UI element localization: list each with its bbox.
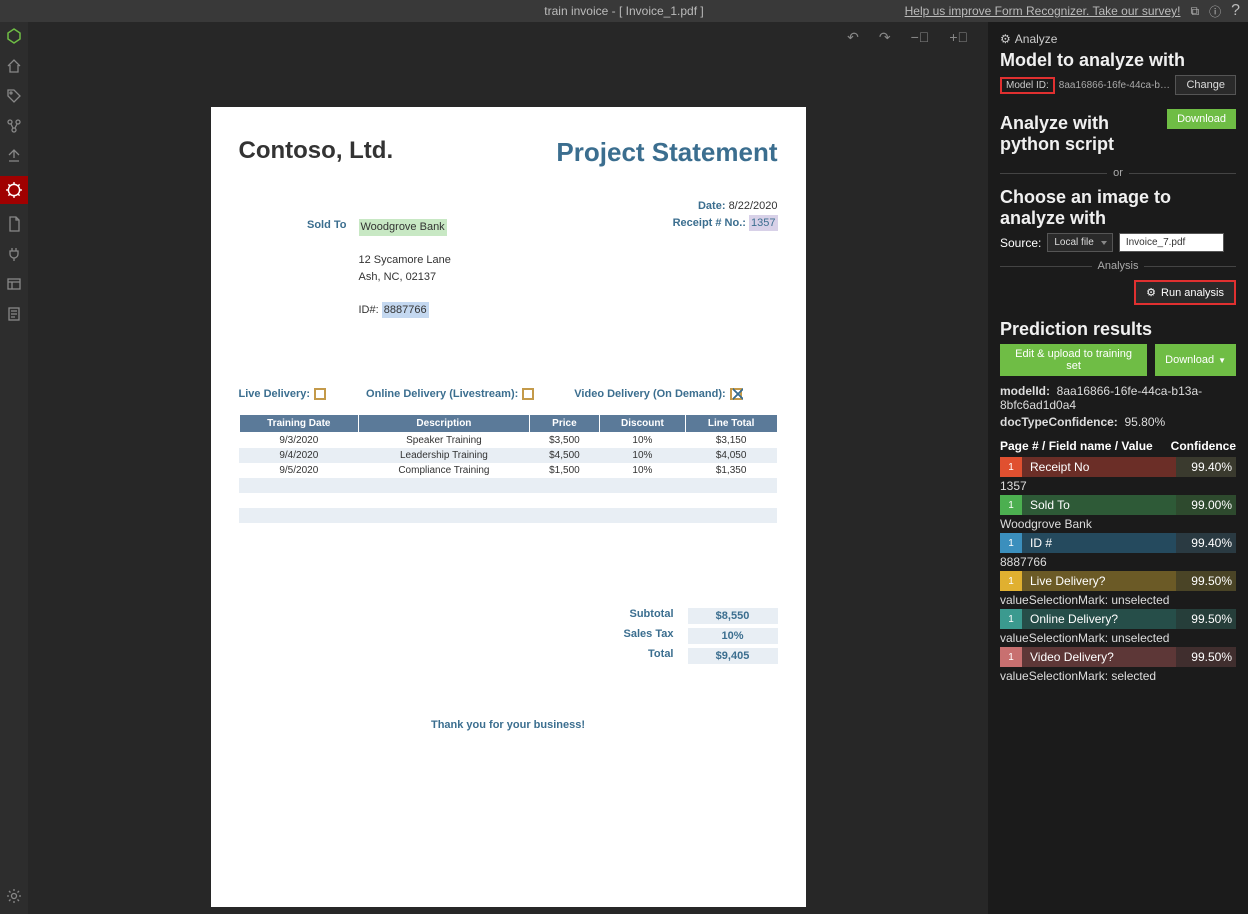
edit-upload-button[interactable]: Edit & upload to training set — [1000, 344, 1147, 376]
id-value: 8887766 — [382, 302, 429, 319]
run-analysis-button[interactable]: ⚙Run analysis — [1134, 280, 1236, 305]
online-delivery-label: Online Delivery (Livestream): — [366, 388, 518, 400]
sold-to-label: Sold To — [239, 219, 359, 318]
live-delivery-checkbox — [314, 388, 326, 400]
choose-image-heading: Choose an image to analyze with — [1000, 187, 1236, 229]
subtotal-label: Subtotal — [558, 608, 688, 624]
result-entry[interactable]: 1ID #99.40%8887766 — [1000, 533, 1236, 569]
plug-icon[interactable] — [4, 244, 24, 264]
tax-label: Sales Tax — [558, 628, 688, 644]
zoom-out-icon[interactable]: −⃝ — [911, 29, 930, 45]
id-label: ID#: — [359, 304, 379, 316]
thanks-message: Thank you for your business! — [239, 719, 778, 731]
video-delivery-label: Video Delivery (On Demand): — [574, 388, 725, 400]
python-heading: Analyze with python script — [1000, 113, 1160, 155]
model-id-label: Model ID: — [1000, 77, 1055, 94]
undo-icon[interactable]: ↶ — [847, 29, 859, 46]
live-delivery-label: Live Delivery: — [239, 388, 311, 400]
doc-title: Project Statement — [556, 137, 777, 168]
online-delivery-checkbox — [522, 388, 534, 400]
info-icon[interactable]: ⓘ — [1209, 3, 1221, 20]
receipt-label: Receipt # No.: — [673, 217, 746, 229]
compose-icon[interactable] — [4, 146, 24, 166]
survey-link[interactable]: Help us improve Form Recognizer. Take ou… — [905, 4, 1181, 18]
result-entry[interactable]: 1Online Delivery?99.50%valueSelectionMar… — [1000, 609, 1236, 645]
settings-small-icon: ⚙ — [1000, 32, 1011, 46]
download-results-button[interactable]: Download▼ — [1155, 344, 1236, 376]
receipt-value: 1357 — [749, 215, 777, 232]
results-list: 1Receipt No99.40%13571Sold To99.00%Woodg… — [1000, 457, 1236, 683]
app-title: train invoice - [ Invoice_1.pdf ] — [544, 4, 703, 18]
analyze-icon[interactable] — [0, 176, 28, 204]
date-label: Date: — [698, 200, 726, 212]
external-icon[interactable]: ⧉ — [1191, 4, 1200, 19]
total-label: Total — [558, 648, 688, 664]
model-id-value: 8aa16866-16fe-44ca-b13a-8bfc6a... — [1059, 80, 1172, 91]
gear-icon[interactable] — [4, 886, 24, 906]
download-script-button[interactable]: Download — [1167, 109, 1236, 129]
result-entry[interactable]: 1Sold To99.00%Woodgrove Bank — [1000, 495, 1236, 531]
total-value: $9,405 — [688, 648, 778, 664]
date-value: 8/22/2020 — [729, 200, 778, 212]
sidebar — [0, 22, 28, 914]
tax-value: 10% — [688, 628, 778, 644]
model-heading: Model to analyze with — [1000, 50, 1236, 71]
source-select[interactable]: Local file — [1047, 233, 1112, 252]
subtotal-value: $8,550 — [688, 608, 778, 624]
or-divider: or — [1113, 167, 1123, 179]
redo-icon[interactable]: ↷ — [879, 29, 891, 46]
results-col-left: Page # / Field name / Value — [1000, 439, 1153, 453]
change-button[interactable]: Change — [1175, 75, 1236, 95]
result-entry[interactable]: 1Video Delivery?99.50%valueSelectionMark… — [1000, 647, 1236, 683]
sold-to-value: Woodgrove Bank — [359, 219, 447, 236]
logo-icon[interactable] — [4, 26, 24, 46]
analyze-tab-label: Analyze — [1015, 32, 1058, 46]
help-icon[interactable]: ? — [1231, 2, 1240, 20]
address-line2: Ash, NC, 02137 — [359, 271, 437, 283]
document-icon[interactable] — [4, 304, 24, 324]
result-entry[interactable]: 1Live Delivery?99.50%valueSelectionMark:… — [1000, 571, 1236, 607]
modelid-key: modelId: — [1000, 384, 1050, 398]
doctype-key: docTypeConfidence: — [1000, 415, 1118, 429]
doctype-value: 95.80% — [1124, 415, 1165, 429]
video-delivery-checkbox — [730, 388, 742, 400]
result-entry[interactable]: 1Receipt No99.40%1357 — [1000, 457, 1236, 493]
address-line1: 12 Sycamore Lane — [359, 254, 451, 266]
source-label: Source: — [1000, 236, 1041, 250]
company-name: Contoso, Ltd. — [239, 137, 394, 168]
page-icon[interactable] — [4, 214, 24, 234]
tag-icon[interactable] — [4, 86, 24, 106]
source-file-input[interactable] — [1119, 233, 1224, 252]
prediction-heading: Prediction results — [1000, 319, 1236, 340]
run-analysis-icon: ⚙ — [1146, 286, 1156, 299]
connections-icon[interactable] — [4, 116, 24, 136]
zoom-in-icon[interactable]: +⃝ — [949, 29, 968, 45]
line-items-table: Training DateDescriptionPriceDiscountLin… — [239, 414, 778, 538]
results-col-right: Confidence — [1171, 439, 1236, 453]
analyze-panel: ⚙ Analyze Model to analyze with Model ID:… — [988, 22, 1248, 914]
document-preview: Contoso, Ltd. Project Statement Date: 8/… — [211, 107, 806, 907]
home-icon[interactable] — [4, 56, 24, 76]
analysis-divider: Analysis — [1098, 260, 1139, 272]
layout-icon[interactable] — [4, 274, 24, 294]
